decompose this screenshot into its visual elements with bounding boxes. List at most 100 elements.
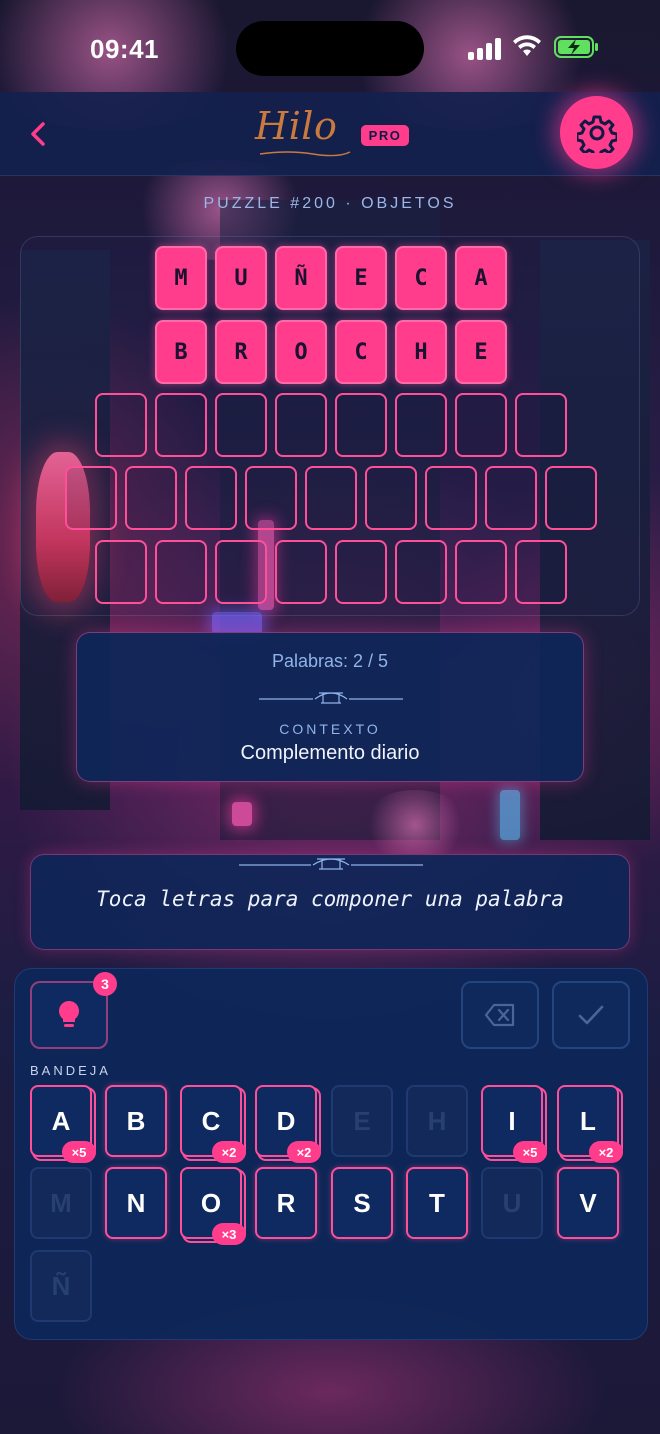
letter-tile: R bbox=[215, 320, 267, 384]
tray-label: BANDEJA bbox=[30, 1063, 111, 1078]
settings-button[interactable] bbox=[560, 96, 633, 169]
key-letter: M bbox=[50, 1187, 72, 1218]
letter-tile: E bbox=[335, 246, 387, 310]
key-letter: R bbox=[276, 1187, 296, 1218]
key-letter: U bbox=[502, 1187, 522, 1218]
letter-key-o[interactable]: O ×3 bbox=[180, 1167, 246, 1245]
letter-tile: E bbox=[455, 320, 507, 384]
key-letter: A bbox=[51, 1105, 71, 1136]
status-time: 09:41 bbox=[90, 34, 159, 64]
signal-icon bbox=[468, 36, 502, 60]
dynamic-island bbox=[236, 21, 424, 76]
word-row-1: M U Ñ E C A bbox=[155, 246, 507, 310]
letter-key-t[interactable]: T bbox=[406, 1167, 468, 1239]
empty-tile bbox=[455, 540, 507, 604]
letter-tile: C bbox=[395, 246, 447, 310]
context-value: Complemento diario bbox=[240, 742, 420, 764]
ornament-divider bbox=[239, 858, 423, 870]
empty-tile bbox=[125, 466, 177, 530]
back-chevron-icon bbox=[31, 122, 45, 146]
letter-key-n[interactable]: N bbox=[105, 1167, 167, 1239]
letter-key-c[interactable]: C ×2 bbox=[180, 1085, 246, 1163]
words-progress: Palabras: 2 / 5 bbox=[271, 651, 389, 671]
letter-key-m: M bbox=[30, 1167, 92, 1239]
key-letter: V bbox=[579, 1187, 597, 1218]
puzzle-subtitle: PUZZLE #200 · OBJETOS bbox=[203, 195, 457, 212]
app-logo: Hilo bbox=[255, 104, 338, 148]
battery-icon bbox=[554, 35, 598, 59]
key-count-badge: ×5 bbox=[62, 1141, 96, 1163]
ornament-divider bbox=[259, 692, 403, 704]
letter-key-l[interactable]: L ×2 bbox=[557, 1085, 623, 1163]
letter-key-s[interactable]: S bbox=[331, 1167, 393, 1239]
key-letter: L bbox=[580, 1105, 596, 1136]
letter-tile: Ñ bbox=[275, 246, 327, 310]
key-letter: H bbox=[427, 1105, 447, 1136]
backspace-icon bbox=[484, 1003, 515, 1027]
letter-key-a[interactable]: A ×5 bbox=[30, 1085, 96, 1163]
submit-button[interactable] bbox=[552, 981, 630, 1049]
word-row-5 bbox=[95, 540, 567, 604]
letter-tile: M bbox=[155, 246, 207, 310]
wifi-icon bbox=[512, 34, 542, 62]
check-icon bbox=[578, 1005, 604, 1025]
key-letter: T bbox=[429, 1187, 445, 1218]
key-count-badge: ×2 bbox=[589, 1141, 623, 1163]
instruction-banner: Toca letras para componer una palabra bbox=[30, 854, 630, 950]
key-letter: Ñ bbox=[51, 1270, 71, 1301]
letter-key-u: U bbox=[481, 1167, 543, 1239]
key-count-badge: ×3 bbox=[212, 1223, 246, 1245]
empty-tile bbox=[305, 466, 357, 530]
empty-tile bbox=[395, 393, 447, 457]
letter-tile: H bbox=[395, 320, 447, 384]
instruction-text: Toca letras para componer una palabra bbox=[96, 887, 564, 911]
status-bar: 09:41 bbox=[0, 0, 660, 92]
empty-tile bbox=[155, 540, 207, 604]
key-letter: I bbox=[508, 1105, 516, 1136]
key-count-badge: ×2 bbox=[212, 1141, 246, 1163]
letter-tile: A bbox=[455, 246, 507, 310]
empty-tile bbox=[485, 466, 537, 530]
empty-tile bbox=[545, 466, 597, 530]
word-row-2: B R O C H E bbox=[155, 320, 507, 384]
letter-key-d[interactable]: D ×2 bbox=[255, 1085, 321, 1163]
empty-tile bbox=[395, 540, 447, 604]
letter-key-v[interactable]: V bbox=[557, 1167, 619, 1239]
pro-badge: PRO bbox=[361, 125, 409, 146]
empty-tile bbox=[155, 393, 207, 457]
empty-tile bbox=[275, 393, 327, 457]
empty-tile bbox=[185, 466, 237, 530]
empty-tile bbox=[245, 466, 297, 530]
letter-tile: C bbox=[335, 320, 387, 384]
empty-tile bbox=[515, 540, 567, 604]
key-letter: D bbox=[276, 1105, 296, 1136]
progress-card: Palabras: 2 / 5 CONTEXTO Complemento dia… bbox=[76, 632, 584, 782]
letter-key-i[interactable]: I ×5 bbox=[481, 1085, 547, 1163]
delete-button[interactable] bbox=[461, 981, 539, 1049]
letter-tile: U bbox=[215, 246, 267, 310]
empty-tile bbox=[95, 540, 147, 604]
key-letter: E bbox=[353, 1105, 371, 1136]
empty-tile bbox=[65, 466, 117, 530]
lightbulb-icon bbox=[59, 1001, 79, 1027]
letter-key-b[interactable]: B bbox=[105, 1085, 167, 1157]
word-row-4 bbox=[65, 466, 597, 530]
key-letter: O bbox=[200, 1187, 222, 1218]
key-count-badge: ×2 bbox=[287, 1141, 321, 1163]
letter-tile: B bbox=[155, 320, 207, 384]
key-letter: C bbox=[201, 1105, 221, 1136]
letter-tile: O bbox=[275, 320, 327, 384]
word-row-3 bbox=[95, 393, 567, 457]
empty-tile bbox=[95, 393, 147, 457]
context-label: CONTEXTO bbox=[279, 721, 381, 737]
letter-key-h: H bbox=[406, 1085, 468, 1157]
key-letter: S bbox=[353, 1187, 371, 1218]
letter-key-r[interactable]: R bbox=[255, 1167, 317, 1239]
empty-tile bbox=[365, 466, 417, 530]
back-button[interactable] bbox=[18, 110, 58, 158]
empty-tile bbox=[425, 466, 477, 530]
empty-tile bbox=[335, 540, 387, 604]
empty-tile bbox=[215, 540, 267, 604]
key-count-badge: ×5 bbox=[513, 1141, 547, 1163]
letter-key-e: E bbox=[331, 1085, 393, 1157]
